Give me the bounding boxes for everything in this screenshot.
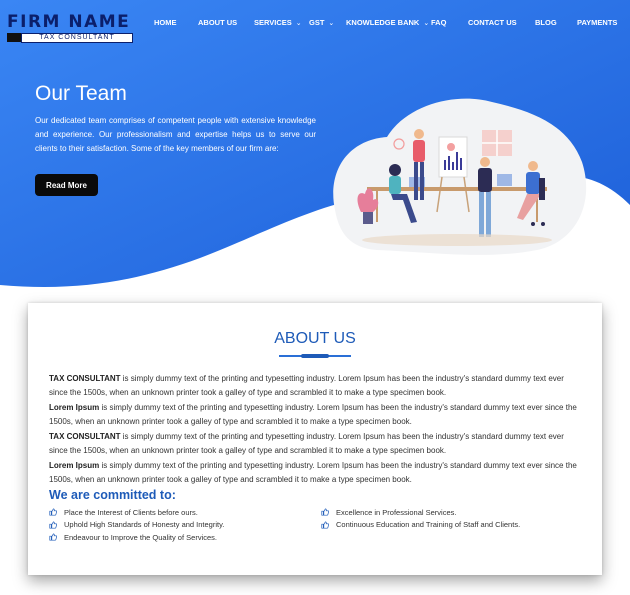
list-item-text: Endeavour to Improve the Quality of Serv… — [64, 532, 217, 542]
nav-item-blog[interactable]: BLOG — [535, 18, 557, 27]
hero-description: Our dedicated team comprises of competen… — [35, 116, 316, 153]
chevron-down-icon: ⌄ — [423, 19, 430, 27]
nav-item-label: ABOUT US — [198, 18, 238, 27]
nav-item-label: KNOWLEDGE BANK — [346, 18, 420, 27]
thumbs-up-icon — [49, 533, 57, 541]
hero-title: Our Team — [35, 82, 127, 105]
nav-item-payments[interactable]: PAYMENTS — [577, 18, 617, 27]
list-item-text: Place the Interest of Clients before our… — [64, 507, 198, 517]
nav-item-label: PAYMENTS — [577, 18, 618, 27]
thumbs-up-icon — [49, 508, 57, 516]
about-us-card: ABOUT US TAX CONSULTANT is simply dummy … — [28, 303, 602, 575]
about-us-title: ABOUT US — [274, 330, 356, 347]
nav-item-label: BLOG — [535, 18, 557, 27]
nav-item-services[interactable]: SERVICES ⌄ — [254, 18, 302, 27]
nav-item-label: SERVICES — [254, 18, 292, 27]
title-underline-accent — [301, 354, 329, 358]
paragraph-lead: Lorem Ipsum — [49, 403, 100, 412]
committed-heading: We are committed to: — [49, 488, 176, 502]
commitments-list-left: Place the Interest of Clients before our… — [49, 506, 224, 544]
main-nav: HOME ABOUT US SERVICES ⌄ GST ⌄ KNOWLEDGE B… — [0, 18, 630, 36]
list-item: Endeavour to Improve the Quality of Serv… — [49, 531, 224, 544]
nav-item-label: HOME — [154, 18, 177, 27]
about-paragraph: Lorem Ipsum is simply dummy text of the … — [49, 459, 582, 487]
team-illustration — [333, 98, 587, 255]
paragraph-lead: TAX CONSULTANT — [49, 374, 121, 383]
about-paragraph: TAX CONSULTANT is simply dummy text of t… — [49, 430, 582, 458]
nav-item-gst[interactable]: GST ⌄ — [309, 18, 334, 27]
chevron-down-icon: ⌄ — [328, 19, 335, 27]
list-item: Excellence in Professional Services. — [321, 506, 520, 519]
thumbs-up-icon — [321, 521, 329, 529]
nav-item-label: CONTACT US — [468, 18, 517, 27]
paragraph-text: is simply dummy text of the printing and… — [49, 461, 577, 484]
list-item-text: Uphold High Standards of Honesty and Int… — [64, 520, 225, 530]
read-more-button[interactable]: Read More — [35, 174, 98, 196]
chevron-down-icon: ⌄ — [295, 19, 302, 27]
thumbs-up-icon — [321, 508, 329, 516]
hero-section: FIRM NAME TAX CONSULTANT HOME ABOUT US S… — [0, 0, 630, 300]
list-item-text: Excellence in Professional Services. — [336, 507, 457, 517]
list-item: Uphold High Standards of Honesty and Int… — [49, 519, 224, 532]
about-paragraph: Lorem Ipsum is simply dummy text of the … — [49, 401, 582, 429]
nav-item-label: GST — [309, 18, 325, 27]
about-paragraph: TAX CONSULTANT is simply dummy text of t… — [49, 372, 582, 400]
list-item: Place the Interest of Clients before our… — [49, 506, 224, 519]
nav-item-knowledge-bank[interactable]: KNOWLEDGE BANK ⌄ — [346, 18, 429, 27]
paragraph-lead: TAX CONSULTANT — [49, 432, 121, 441]
nav-item-faq[interactable]: FAQ — [431, 18, 446, 27]
nav-item-home[interactable]: HOME — [154, 18, 177, 27]
paragraph-lead: Lorem Ipsum — [49, 461, 100, 470]
commitments-list-right: Excellence in Professional Services. Con… — [321, 506, 520, 531]
paragraph-text: is simply dummy text of the printing and… — [49, 432, 564, 455]
nav-item-contact-us[interactable]: CONTACT US — [468, 18, 517, 27]
list-item: Continuous Education and Training of Sta… — [321, 519, 520, 532]
nav-item-label: FAQ — [431, 18, 447, 27]
list-item-text: Continuous Education and Training of Sta… — [336, 520, 521, 530]
paragraph-text: is simply dummy text of the printing and… — [49, 374, 564, 397]
nav-item-about-us[interactable]: ABOUT US — [198, 18, 237, 27]
paragraph-text: is simply dummy text of the printing and… — [49, 403, 577, 426]
thumbs-up-icon — [49, 521, 57, 529]
